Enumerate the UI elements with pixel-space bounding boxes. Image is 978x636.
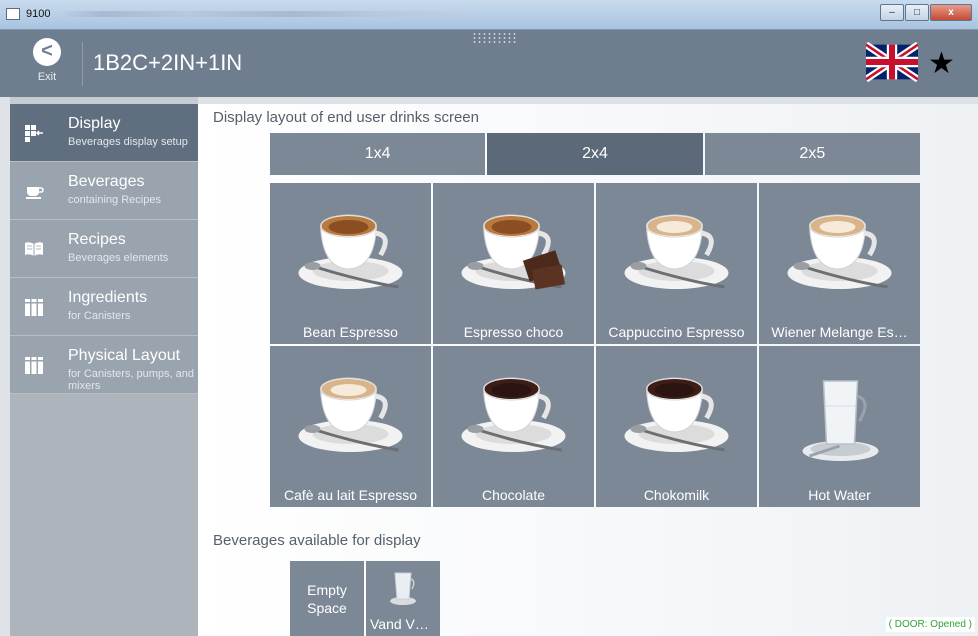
canisters-icon [25,299,43,316]
favorite-star-icon[interactable]: ★ [928,46,955,81]
exit-button[interactable]: < Exit [22,38,72,88]
drink-tile[interactable]: Cappuccino Espresso [596,183,757,344]
uk-flag-icon[interactable] [866,42,918,82]
drink-label: Cafè au lait Espresso [283,487,418,503]
drag-grip-icon[interactable] [472,32,518,44]
drink-label: Espresso choco [463,324,564,340]
physical-layout-icon [25,357,43,374]
drink-label: Cappuccino Espresso [608,324,745,340]
water-glass-icon [390,572,416,605]
available-section-title: Beverages available for display [213,532,421,549]
drink-tile[interactable]: Bean Espresso [270,183,431,344]
coffee-cup-icon [787,214,892,289]
drink-tile[interactable]: Wiener Melange Es… [759,183,920,344]
tab-1x4[interactable]: 1x4 [270,133,486,175]
sidebar-item-recipes[interactable]: Recipes Beverages elements [10,220,198,278]
sidebar: Display Beverages display setup Beverage… [10,97,198,636]
available-tile-label: Empty Space [307,582,347,616]
tab-2x5[interactable]: 2x5 [704,133,920,175]
back-arrow-icon: < [33,38,61,66]
available-tile-empty-space[interactable]: Empty Space [290,561,364,636]
exit-label: Exit [37,71,57,83]
window-title: 9100 [26,8,51,20]
sidebar-item-ingredients[interactable]: Ingredients for Canisters [10,278,198,336]
sidebar-item-title: Recipes [68,231,126,248]
sidebar-item-subtitle: Beverages display setup [68,136,188,148]
book-icon [25,242,43,256]
available-tile-label: Vand V… [370,616,429,632]
sidebar-item-beverages[interactable]: Beverages containing Recipes [10,162,198,220]
sidebar-item-subtitle: for Canisters, pumps, and mixers [68,368,194,392]
available-tile-vand[interactable]: Vand V… [366,561,440,636]
section-title: Display layout of end user drinks screen [213,109,479,126]
drink-tile[interactable]: Chokomilk [596,346,757,507]
drink-label: Bean Espresso [303,324,398,340]
coffee-cup-icon [461,214,566,290]
blurred-title-text [60,11,480,17]
drink-label: Wiener Melange Es… [771,324,908,340]
drink-label: Chokomilk [643,487,710,503]
drink-grid: Bean Espresso Espresso choco Cappuccino … [270,183,920,507]
page-title: 1B2C+2IN+1IN [93,50,243,75]
drink-tile[interactable]: Espresso choco [433,183,594,344]
layout-tabs: 1x4 2x4 2x5 [270,133,920,175]
coffee-cup-icon [461,377,566,452]
coffee-cup-icon [624,377,729,452]
sidebar-item-title: Ingredients [68,289,148,306]
door-status: ( DOOR: Opened ) [885,617,975,632]
drink-label: Hot Water [808,487,871,503]
sidebar-item-title: Display [68,115,121,132]
sidebar-item-title: Beverages [68,173,145,190]
available-beverages: Empty Space Vand V… [290,561,440,636]
drink-tile[interactable]: Chocolate [433,346,594,507]
coffee-cup-icon [298,214,403,289]
drink-tile[interactable]: Cafè au lait Espresso [270,346,431,507]
cup-icon [26,187,44,199]
sidebar-item-title: Physical Layout [68,347,181,364]
display-layout-icon [25,125,43,142]
header-divider [82,42,83,86]
drink-tile[interactable]: Hot Water [759,346,920,507]
app-icon [6,8,20,20]
main-content: Display layout of end user drinks screen… [198,97,978,636]
maximize-button[interactable]: □ [905,4,929,21]
tab-2x4[interactable]: 2x4 [487,133,703,175]
coffee-cup-icon [624,214,729,289]
sidebar-item-physical-layout[interactable]: Physical Layout for Canisters, pumps, an… [10,336,198,394]
app-header: < Exit 1B2C+2IN+1IN ★ [0,30,978,97]
sidebar-item-subtitle: for Canisters [68,310,131,322]
window-titlebar: 9100 – □ x [0,0,978,30]
water-glass-icon [802,380,879,461]
coffee-cup-icon [298,377,403,452]
sidebar-item-subtitle: containing Recipes [68,194,161,206]
sidebar-item-subtitle: Beverages elements [68,252,169,264]
drink-label: Chocolate [481,487,546,503]
minimize-button[interactable]: – [880,4,904,21]
close-button[interactable]: x [930,4,972,21]
sidebar-item-display[interactable]: Display Beverages display setup [10,104,198,162]
